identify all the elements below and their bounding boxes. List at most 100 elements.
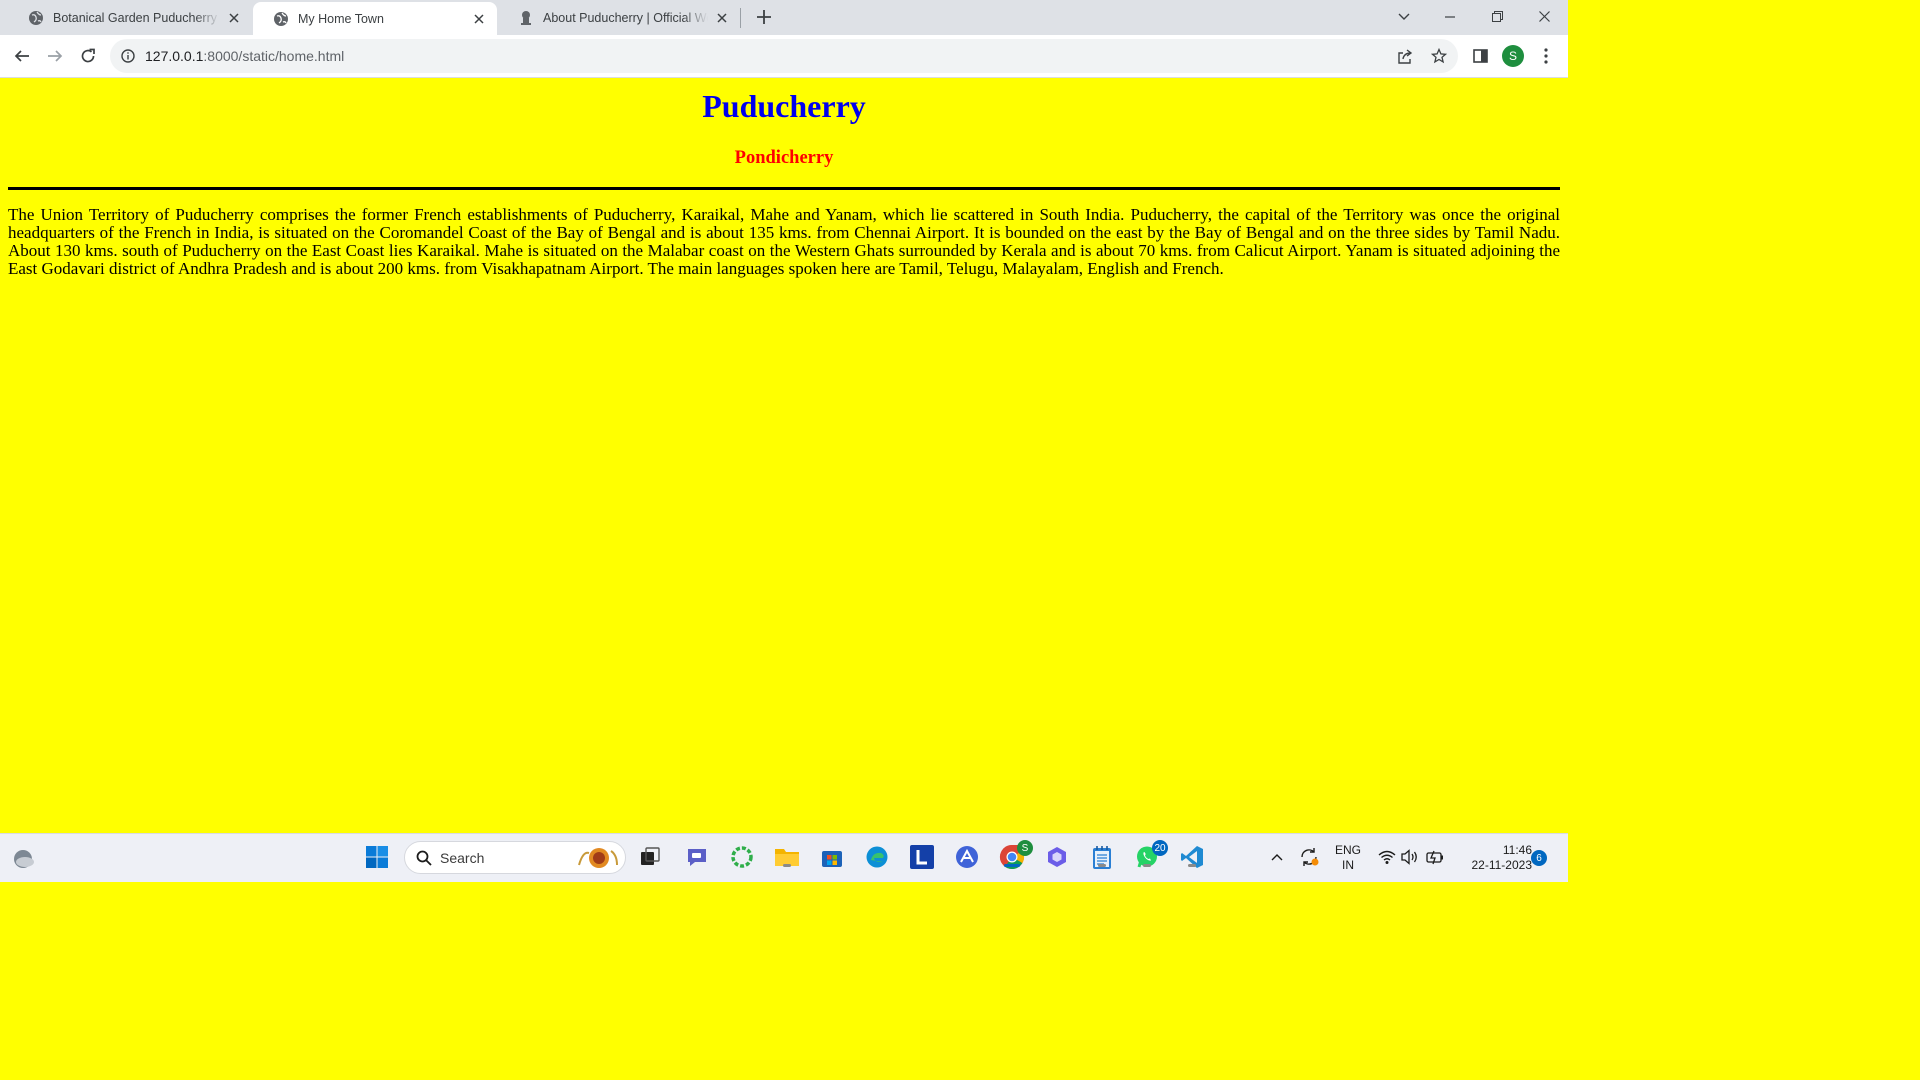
notification-count-badge[interactable]: 6 xyxy=(1531,850,1547,866)
speaker-icon xyxy=(1401,849,1417,865)
teams-chat-button[interactable] xyxy=(684,844,710,870)
weather-widget[interactable] xyxy=(10,846,36,872)
tab-botanical-garden[interactable]: Botanical Garden Puducherry (En xyxy=(8,0,252,35)
circular-app-button[interactable] xyxy=(729,844,755,870)
battery-charging-icon xyxy=(1426,850,1443,865)
arc-app-button[interactable] xyxy=(954,844,980,870)
tab-search-button[interactable] xyxy=(1381,0,1427,33)
close-icon[interactable] xyxy=(226,10,242,26)
arrow-left-icon xyxy=(14,50,29,62)
battery-button[interactable] xyxy=(1422,844,1448,870)
chrome-profile-badge: S xyxy=(1017,840,1033,856)
green-ring-icon xyxy=(731,846,753,868)
triangle-app-icon xyxy=(956,846,978,868)
search-placeholder: Search xyxy=(440,850,485,866)
active-indicator xyxy=(1004,864,1020,867)
file-explorer-button[interactable] xyxy=(774,844,800,870)
volume-button[interactable] xyxy=(1397,844,1423,870)
clock[interactable]: 11:46 22-11-2023 xyxy=(1452,843,1533,873)
language-code: ENG xyxy=(1334,843,1361,857)
edge-browser-button[interactable] xyxy=(864,844,890,870)
chevron-up-icon xyxy=(1271,854,1283,861)
reload-icon xyxy=(81,48,95,63)
tab-my-home-town[interactable]: My Home Town xyxy=(253,2,497,35)
letter-l-app-button[interactable] xyxy=(909,844,935,870)
vscode-button[interactable] xyxy=(1179,844,1205,870)
copilot-button[interactable] xyxy=(1044,844,1070,870)
profile-avatar[interactable]: S xyxy=(1502,45,1524,67)
close-icon[interactable] xyxy=(471,11,487,27)
restore-icon xyxy=(1491,11,1503,22)
page-subtitle: Pondicherry xyxy=(734,148,834,168)
browser-toolbar: 127.0.0.1:8000/static/home.html S xyxy=(0,35,1568,78)
running-indicator xyxy=(783,864,791,867)
more-vertical-icon xyxy=(1544,48,1548,64)
search-icon xyxy=(416,850,432,866)
running-indicator xyxy=(1143,864,1151,867)
back-button[interactable] xyxy=(7,41,37,71)
star-icon[interactable] xyxy=(1431,48,1447,64)
clock-time: 11:46 xyxy=(1502,843,1532,857)
side-panel-button[interactable] xyxy=(1465,41,1495,71)
close-window-button[interactable] xyxy=(1521,0,1567,33)
tab-title: About Puducherry | Official Web xyxy=(543,10,708,25)
taskbar-search[interactable]: Search xyxy=(404,841,626,874)
emblem-icon xyxy=(521,10,531,25)
running-indicator xyxy=(1098,864,1106,867)
share-icon[interactable] xyxy=(1397,49,1413,64)
store-icon xyxy=(822,851,842,867)
close-icon xyxy=(1538,11,1550,22)
tab-divider xyxy=(740,8,741,28)
weather-icon xyxy=(14,850,34,868)
page-title: Puducherry xyxy=(702,88,866,124)
microsoft-store-button[interactable] xyxy=(819,844,845,870)
web-page: Puducherry Pondicherry The Union Territo… xyxy=(0,78,1568,833)
chat-icon xyxy=(688,849,706,866)
show-hidden-icons-button[interactable] xyxy=(1264,844,1290,870)
globe-icon xyxy=(29,10,43,25)
chrome-button[interactable]: S xyxy=(999,840,1033,870)
tab-title: Botanical Garden Puducherry (En xyxy=(53,10,220,25)
address-bar[interactable]: 127.0.0.1:8000/static/home.html xyxy=(110,39,1458,73)
l-app-icon xyxy=(910,845,934,869)
sync-tray-button[interactable] xyxy=(1296,844,1322,870)
url-text[interactable]: 127.0.0.1:8000/static/home.html xyxy=(145,48,344,64)
windows-taskbar: Search S 20 ENG IN 11:46 22-11-2023 6 xyxy=(0,833,1568,882)
close-icon[interactable] xyxy=(714,10,730,26)
task-view-button[interactable] xyxy=(637,844,663,870)
forward-button[interactable] xyxy=(40,41,70,71)
tab-about-puducherry[interactable]: About Puducherry | Official Web xyxy=(498,0,740,35)
url-host: 127.0.0.1 xyxy=(145,48,204,64)
restore-button[interactable] xyxy=(1474,0,1520,33)
side-panel-icon xyxy=(1472,49,1488,63)
notepad-button[interactable] xyxy=(1089,844,1115,870)
whatsapp-button[interactable]: 20 xyxy=(1134,840,1168,870)
region-code: IN xyxy=(1342,858,1354,872)
arrow-right-icon xyxy=(48,50,63,62)
url-path: :8000/static/home.html xyxy=(203,48,345,64)
start-button[interactable] xyxy=(364,844,390,870)
globe-icon xyxy=(274,11,288,26)
diwali-lamp-icon xyxy=(578,848,618,868)
whatsapp-unread-badge: 20 xyxy=(1152,840,1168,856)
reload-button[interactable] xyxy=(73,41,103,71)
tab-title: My Home Town xyxy=(298,11,384,26)
windows-logo-icon xyxy=(366,846,388,868)
description-paragraph: The Union Territory of Puducherry compri… xyxy=(8,205,1560,278)
minimize-button[interactable] xyxy=(1427,0,1473,33)
running-indicator xyxy=(1188,864,1196,867)
tab-strip: Botanical Garden Puducherry (En My Home … xyxy=(0,0,1568,35)
wifi-icon xyxy=(1378,850,1396,864)
sync-icon xyxy=(1301,848,1319,866)
menu-button[interactable] xyxy=(1531,41,1561,71)
edge-icon xyxy=(866,846,888,868)
clock-date: 22-11-2023 xyxy=(1471,858,1533,872)
copilot-icon xyxy=(1048,847,1066,867)
plus-icon xyxy=(757,10,771,24)
new-tab-button[interactable] xyxy=(751,5,777,29)
language-indicator[interactable]: ENG IN xyxy=(1330,843,1366,873)
chevron-down-icon xyxy=(1398,13,1410,20)
info-icon[interactable] xyxy=(121,49,135,63)
horizontal-rule xyxy=(8,187,1560,190)
minimize-icon xyxy=(1445,15,1455,18)
